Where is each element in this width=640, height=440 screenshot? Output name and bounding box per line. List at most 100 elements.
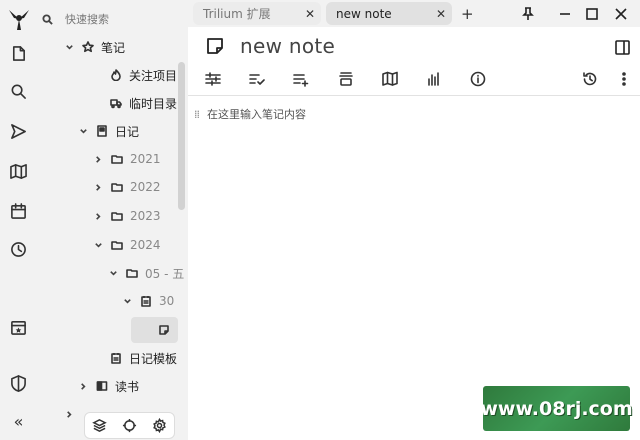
tree-item-notes[interactable]: 笔记 [63,36,125,58]
info-icon[interactable] [469,70,487,88]
chevron-right-icon[interactable] [77,380,89,392]
tree-item-followed[interactable]: 关注项目 [91,64,177,86]
note-icon [157,323,171,337]
drag-handle-icon[interactable]: ⁞⁞ [194,108,200,121]
pin-icon[interactable] [521,6,535,20]
tree-item-label: 2022 [130,180,161,194]
layers-icon[interactable] [92,418,108,433]
tab-new-note[interactable]: new note ✕ [326,2,452,25]
note-map-icon[interactable] [381,70,399,88]
tree-item-new-note[interactable] [151,319,177,341]
tab-bar: Trilium 扩展 ✕ new note ✕ + [188,0,640,27]
truck-icon [109,96,123,110]
new-note-icon[interactable] [9,44,28,63]
insert-list-icon[interactable] [292,70,310,88]
maximize-icon[interactable] [585,6,599,20]
folder-icon [110,209,124,223]
collapse-sidebar-icon[interactable]: « [9,412,28,431]
protected-session-icon[interactable] [9,374,28,393]
tree-item-label: 临时目录 [129,96,178,111]
tree-item-label: 30 [159,294,175,308]
tree-bottom-toolbar [84,412,175,439]
chevron-down-icon[interactable] [121,295,133,307]
tree-item-label: 读书 [115,379,140,394]
chevron-right-icon[interactable] [63,408,75,420]
tree-item-label: 笔记 [101,40,126,55]
quick-search[interactable]: 快速搜索 [42,10,109,28]
calendar-note-icon [139,294,153,308]
close-icon[interactable]: ✕ [305,7,315,21]
watermark-text: www.08rj.com [480,397,633,420]
tree-item-label: 05 - 五 [145,266,185,281]
tab-trilium-extension[interactable]: Trilium 扩展 ✕ [193,2,321,25]
tree-item-2021[interactable]: 2021 [92,148,161,170]
tree-scrollbar[interactable] [178,62,185,210]
tree-item-journal[interactable]: 日记 [77,120,139,142]
close-icon[interactable]: ✕ [436,7,446,21]
folder-icon [125,266,139,280]
chevron-right-icon[interactable] [92,210,104,222]
note-toolbar [188,66,640,92]
recent-changes-icon[interactable] [9,240,28,259]
star-icon [81,40,95,54]
tree-item-temp[interactable]: 临时目录 [91,92,177,114]
today-icon[interactable] [9,318,28,337]
tree-item-label: 日记 [115,124,140,139]
note-type-icon[interactable] [206,37,224,55]
note-title[interactable]: new note [240,34,335,58]
quick-search-placeholder: 快速搜索 [65,13,109,26]
stats-icon[interactable] [425,70,443,88]
locate-icon[interactable] [122,418,137,433]
trilium-logo-icon[interactable] [6,6,32,32]
new-tab-button[interactable]: + [461,5,474,23]
search-icon[interactable] [9,82,28,101]
tab-label: Trilium 扩展 [203,7,271,21]
tree-item-label: 日记模板 [129,351,178,366]
note-map-icon[interactable] [9,162,28,181]
tree-item-label: 2024 [130,238,161,252]
tab-label: new note [336,6,392,21]
tree-item-month[interactable]: 05 - 五 [107,262,184,284]
chevron-down-icon[interactable] [107,267,119,279]
note-content-placeholder[interactable]: 在这里输入笔记内容 [207,106,306,122]
chevron-right-icon[interactable] [92,153,104,165]
book-icon [95,379,109,393]
tree-item-partial[interactable] [63,403,75,425]
tree-item-label: 关注项目 [129,68,178,83]
watermark-logo: www.08rj.com [480,386,633,431]
chevron-right-icon[interactable] [92,181,104,193]
tree-item-2024[interactable]: 2024 [92,234,161,256]
note-detail: new note ⁞⁞ 在这里输入笔记内容 [188,27,640,440]
tree-item-reading[interactable]: 读书 [77,375,139,397]
history-icon[interactable] [581,70,599,88]
align-icon[interactable] [337,70,355,88]
launcher-rail: « [0,0,37,440]
chevron-down-icon[interactable] [92,239,104,251]
calendar-icon[interactable] [9,202,28,221]
folder-icon [110,152,124,166]
calendar-note-icon [109,351,123,365]
chevron-down-icon[interactable] [77,125,89,137]
tree-item-2022[interactable]: 2022 [92,176,161,198]
checklist-icon[interactable] [248,70,266,88]
split-view-icon[interactable] [615,40,630,59]
journal-icon [95,124,109,138]
more-icon[interactable] [615,70,633,88]
tree-item-label: 2023 [130,209,161,223]
folder-icon [110,238,124,252]
note-tree-panel: 快速搜索 笔记 关注项目 临时目录 日记 2021 2022 2023 2024… [37,0,188,440]
folder-icon [110,180,124,194]
search-icon [42,13,53,25]
tree-item-2023[interactable]: 2023 [92,205,161,227]
jump-to-note-icon[interactable] [9,122,28,141]
minimize-icon[interactable] [558,6,572,20]
toolbar-divider [188,95,640,96]
fire-icon [109,68,123,82]
settings-icon[interactable] [152,418,167,433]
note-properties-icon[interactable] [204,70,222,88]
tree-item-journal-template[interactable]: 日记模板 [91,347,177,369]
chevron-down-icon[interactable] [63,41,75,53]
close-window-icon[interactable] [614,6,628,20]
tree-item-label: 2021 [130,152,161,166]
tree-item-day[interactable]: 30 [121,290,174,312]
